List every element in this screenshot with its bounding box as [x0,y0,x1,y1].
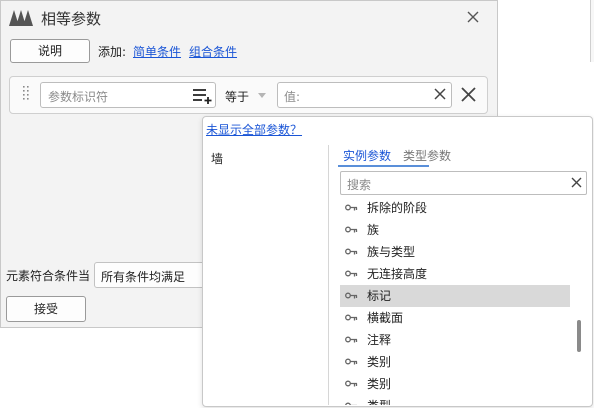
close-icon[interactable] [464,8,482,26]
divider [328,145,329,405]
value-field[interactable] [277,82,452,108]
key-icon [345,248,358,255]
tab-instance-parameters[interactable]: 实例参数 [343,147,391,164]
list-item-label: 横截面 [367,311,404,325]
dialog-title: 相等参数 [41,10,102,28]
background-window-edge [590,0,594,62]
list-item-label: 类别 [367,377,392,391]
clear-icon[interactable] [571,177,582,188]
add-list-icon[interactable] [192,86,214,104]
accept-button[interactable]: 接受 [6,296,86,322]
category-item-wall[interactable]: 墙 [211,150,223,167]
list-item-label: 标记 [367,289,392,303]
list-item-label: 拆除的阶段 [367,201,428,215]
chevron-down-icon[interactable] [258,93,266,99]
delete-icon[interactable] [461,87,476,102]
list-item[interactable]: 族与类型 [340,241,572,263]
list-item-selected[interactable]: 标记 [340,285,570,307]
search-input[interactable] [340,171,587,195]
search-placeholder: 搜索 [347,178,372,192]
match-condition-label: 元素符合条件当 [6,269,91,283]
list-item[interactable]: 注释 [340,329,572,351]
drag-grip-icon[interactable] [22,85,30,103]
list-item[interactable]: 横截面 [340,307,572,329]
clear-icon[interactable] [434,88,446,100]
operator-select[interactable]: 等于 [225,88,249,105]
key-icon [345,270,358,277]
list-item[interactable]: 类别 [340,373,572,395]
app-logo-icon [9,10,33,26]
list-item-label: 族 [367,223,380,237]
key-icon [345,314,358,321]
list-item-label: 无连接高度 [367,267,428,281]
list-item-label: 族与类型 [367,245,416,259]
list-item[interactable]: 类型 [340,395,572,405]
key-icon [345,204,358,211]
tab-type-parameters[interactable]: 类型参数 [403,147,451,164]
scrollbar-thumb[interactable] [577,320,581,352]
show-all-parameters-link[interactable]: 未显示全部参数？ [206,121,302,138]
explain-button[interactable]: 说明 [10,39,90,63]
list-item[interactable]: 拆除的阶段 [340,197,572,219]
active-tab-indicator [338,165,429,167]
key-icon [345,380,358,387]
key-icon [345,358,358,365]
add-label: 添加: [98,45,127,59]
key-icon [345,226,358,233]
list-item[interactable]: 无连接高度 [340,263,572,285]
list-item-label: 类型 [367,395,391,405]
value-placeholder: 值: [284,90,301,104]
list-item-label: 注释 [367,333,392,347]
key-icon [345,292,358,299]
parameter-list: 拆除的阶段 族 族与类型 无连接高度 标记 横截面 注释 类别 类别 类型 [340,197,572,405]
add-group-condition-link[interactable]: 组合条件 [189,43,237,60]
list-item[interactable]: 族 [340,219,572,241]
key-icon [345,402,357,405]
list-item[interactable]: 类别 [340,351,572,373]
parameter-id-placeholder: 参数标识符 [48,90,109,104]
list-item-label: 类别 [367,355,392,369]
match-condition-select[interactable]: 所有条件均满足 [94,262,210,288]
key-icon [345,336,358,343]
add-simple-condition-link[interactable]: 简单条件 [133,43,181,60]
